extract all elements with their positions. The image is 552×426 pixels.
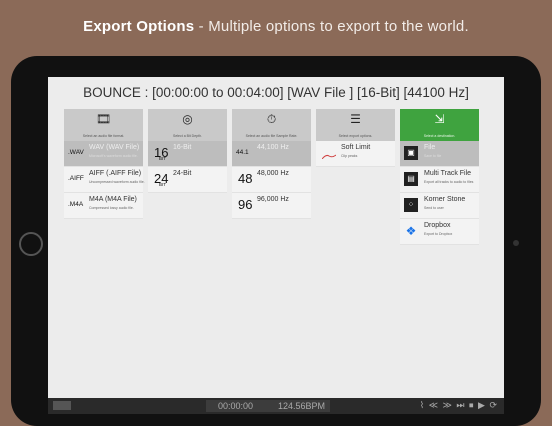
format-option-aiff[interactable]: .AIFF AIFF (.AIFF File) Uncompressed wav…: [64, 167, 145, 193]
destination-label: Multi Track File: [424, 170, 472, 177]
bit-depth-subtitle: Select a Bit Depth.: [173, 134, 202, 138]
option-desc: Clip peaks: [341, 154, 358, 158]
bounce-title: BOUNCE : [00:00:00 to 00:04:00] [WAV Fil…: [83, 85, 469, 100]
list-icon: ☰: [350, 112, 361, 126]
sample-rate-label: 44,100 Hz: [257, 144, 289, 151]
format-label: AIFF (.AIFF File): [89, 170, 142, 177]
destination-option-dropbox[interactable]: ❖ Dropbox Export to Dropbox: [400, 219, 479, 245]
sample-rate-option-96000[interactable]: 96 96,000 Hz: [232, 193, 311, 219]
film-icon: 🎞: [95, 112, 112, 126]
destination-option-file[interactable]: ▣ File Save to file: [400, 141, 479, 167]
format-label: M4A (M4A File): [89, 196, 137, 203]
destination-column-header: ⇲ Select a destination.: [400, 109, 479, 141]
destination-label: File: [424, 144, 436, 151]
options-column-header: ☰ Select export options.: [316, 109, 395, 141]
transport-toolbar: 00:00:00 124.56BPM ⌇ ≪ ≫ ⏭ ⏹ ▶ ⟳: [48, 398, 504, 414]
format-desc: Compressed lossy audio file.: [89, 206, 134, 210]
file-icon: ▣: [404, 146, 418, 160]
option-soft-limit[interactable]: Soft Limit Clip peaks: [316, 141, 395, 167]
time-display: 00:00:00 124.56BPM: [206, 400, 330, 412]
destination-label: Dropbox: [424, 222, 451, 229]
home-button-icon: [19, 232, 43, 256]
bit-depth-unit: BIT: [159, 156, 167, 161]
bit-depth-label: 16-Bit: [173, 144, 192, 151]
format-badge: .M4A: [68, 201, 84, 208]
bit-depth-label: 24-Bit: [173, 170, 192, 177]
format-column: 🎞 Select an audio file format. .WAV WAV …: [64, 109, 145, 219]
destination-option-multi-track[interactable]: ▤ Multi Track File Export all tracks to …: [400, 167, 479, 193]
headline-bold: Export Options: [83, 18, 195, 35]
bit-depth-column-header: ◎ Select a Bit Depth.: [148, 109, 227, 141]
soft-limit-curve-icon: [322, 154, 336, 159]
destination-label: Korner Stone: [424, 196, 466, 203]
bpm-readout: 124.56BPM: [278, 401, 326, 411]
sample-rate-badge: 44.1: [236, 149, 249, 156]
options-column: ☰ Select export options. Soft Limit Clip…: [316, 109, 395, 167]
korner-stone-icon: ⁘: [404, 198, 418, 212]
format-subtitle: Select an audio file format.: [82, 134, 125, 138]
time-readout: 00:00:00: [218, 401, 254, 411]
bit-depth-option-16[interactable]: 16 BIT 16-Bit: [148, 141, 227, 167]
menu-button[interactable]: [53, 401, 71, 410]
sample-rate-label: 48,000 Hz: [257, 170, 289, 177]
sample-rate-column: ⏱ Select an audio file Sample Rate. 44.1…: [232, 109, 311, 219]
bit-depth-option-24[interactable]: 24 BIT 24-Bit: [148, 167, 227, 193]
options-subtitle: Select export options.: [338, 134, 373, 138]
export-screen: BOUNCE : [00:00:00 to 00:04:00] [WAV Fil…: [48, 77, 504, 414]
destination-desc: Send to user: [424, 206, 444, 210]
sample-rate-option-44100[interactable]: 44.1 44,100 Hz: [232, 141, 311, 167]
disc-icon: ◎: [182, 112, 193, 126]
headline-rest: - Multiple options to export to the worl…: [194, 18, 469, 35]
format-option-wav[interactable]: .WAV WAV (WAV File) Microsoft's waveform…: [64, 141, 143, 167]
option-label: Soft Limit: [341, 144, 371, 151]
format-desc: Uncompressed waveform audio file.: [89, 180, 145, 184]
sample-rate-column-header: ⏱ Select an audio file Sample Rate.: [232, 109, 311, 141]
sample-rate-label: 96,000 Hz: [257, 196, 289, 203]
bit-depth-unit: BIT: [159, 182, 167, 187]
stopwatch-icon: ⏱: [266, 112, 277, 126]
destination-option-korner-stone[interactable]: ⁘ Korner Stone Send to user: [400, 193, 479, 219]
format-column-header: 🎞 Select an audio file format.: [64, 109, 143, 141]
destination-subtitle: Select a destination.: [423, 134, 456, 138]
destination-column: ⇲ Select a destination. ▣ File Save to f…: [400, 109, 479, 245]
export-icon: ⇲: [434, 112, 445, 126]
format-desc: Microsoft's waveform audio file.: [89, 154, 138, 158]
sample-rate-number: 96: [238, 197, 253, 212]
format-badge: .AIFF: [68, 175, 84, 182]
sample-rate-option-48000[interactable]: 48 48,000 Hz: [232, 167, 311, 193]
headline: Export Options - Multiple options to exp…: [0, 18, 552, 35]
sample-rate-number: 48: [238, 171, 253, 186]
multi-track-icon: ▤: [404, 172, 418, 186]
sample-rate-subtitle: Select an audio file Sample Rate.: [245, 134, 298, 138]
camera-icon: [513, 240, 519, 246]
bit-depth-column: ◎ Select a Bit Depth. 16 BIT 16-Bit 24 B…: [148, 109, 227, 193]
format-badge: .WAV: [68, 149, 84, 156]
destination-desc: Export to Dropbox: [424, 232, 453, 236]
format-label: WAV (WAV File): [89, 144, 140, 151]
transport-controls[interactable]: ⌇ ≪ ≫ ⏭ ⏹ ▶ ⟳: [420, 400, 498, 411]
format-option-m4a[interactable]: .M4A M4A (M4A File) Compressed lossy aud…: [64, 193, 143, 219]
destination-desc: Save to file: [424, 154, 442, 158]
destination-desc: Export all tracks to audio to files: [424, 180, 474, 184]
dropbox-icon: ❖: [405, 224, 417, 238]
